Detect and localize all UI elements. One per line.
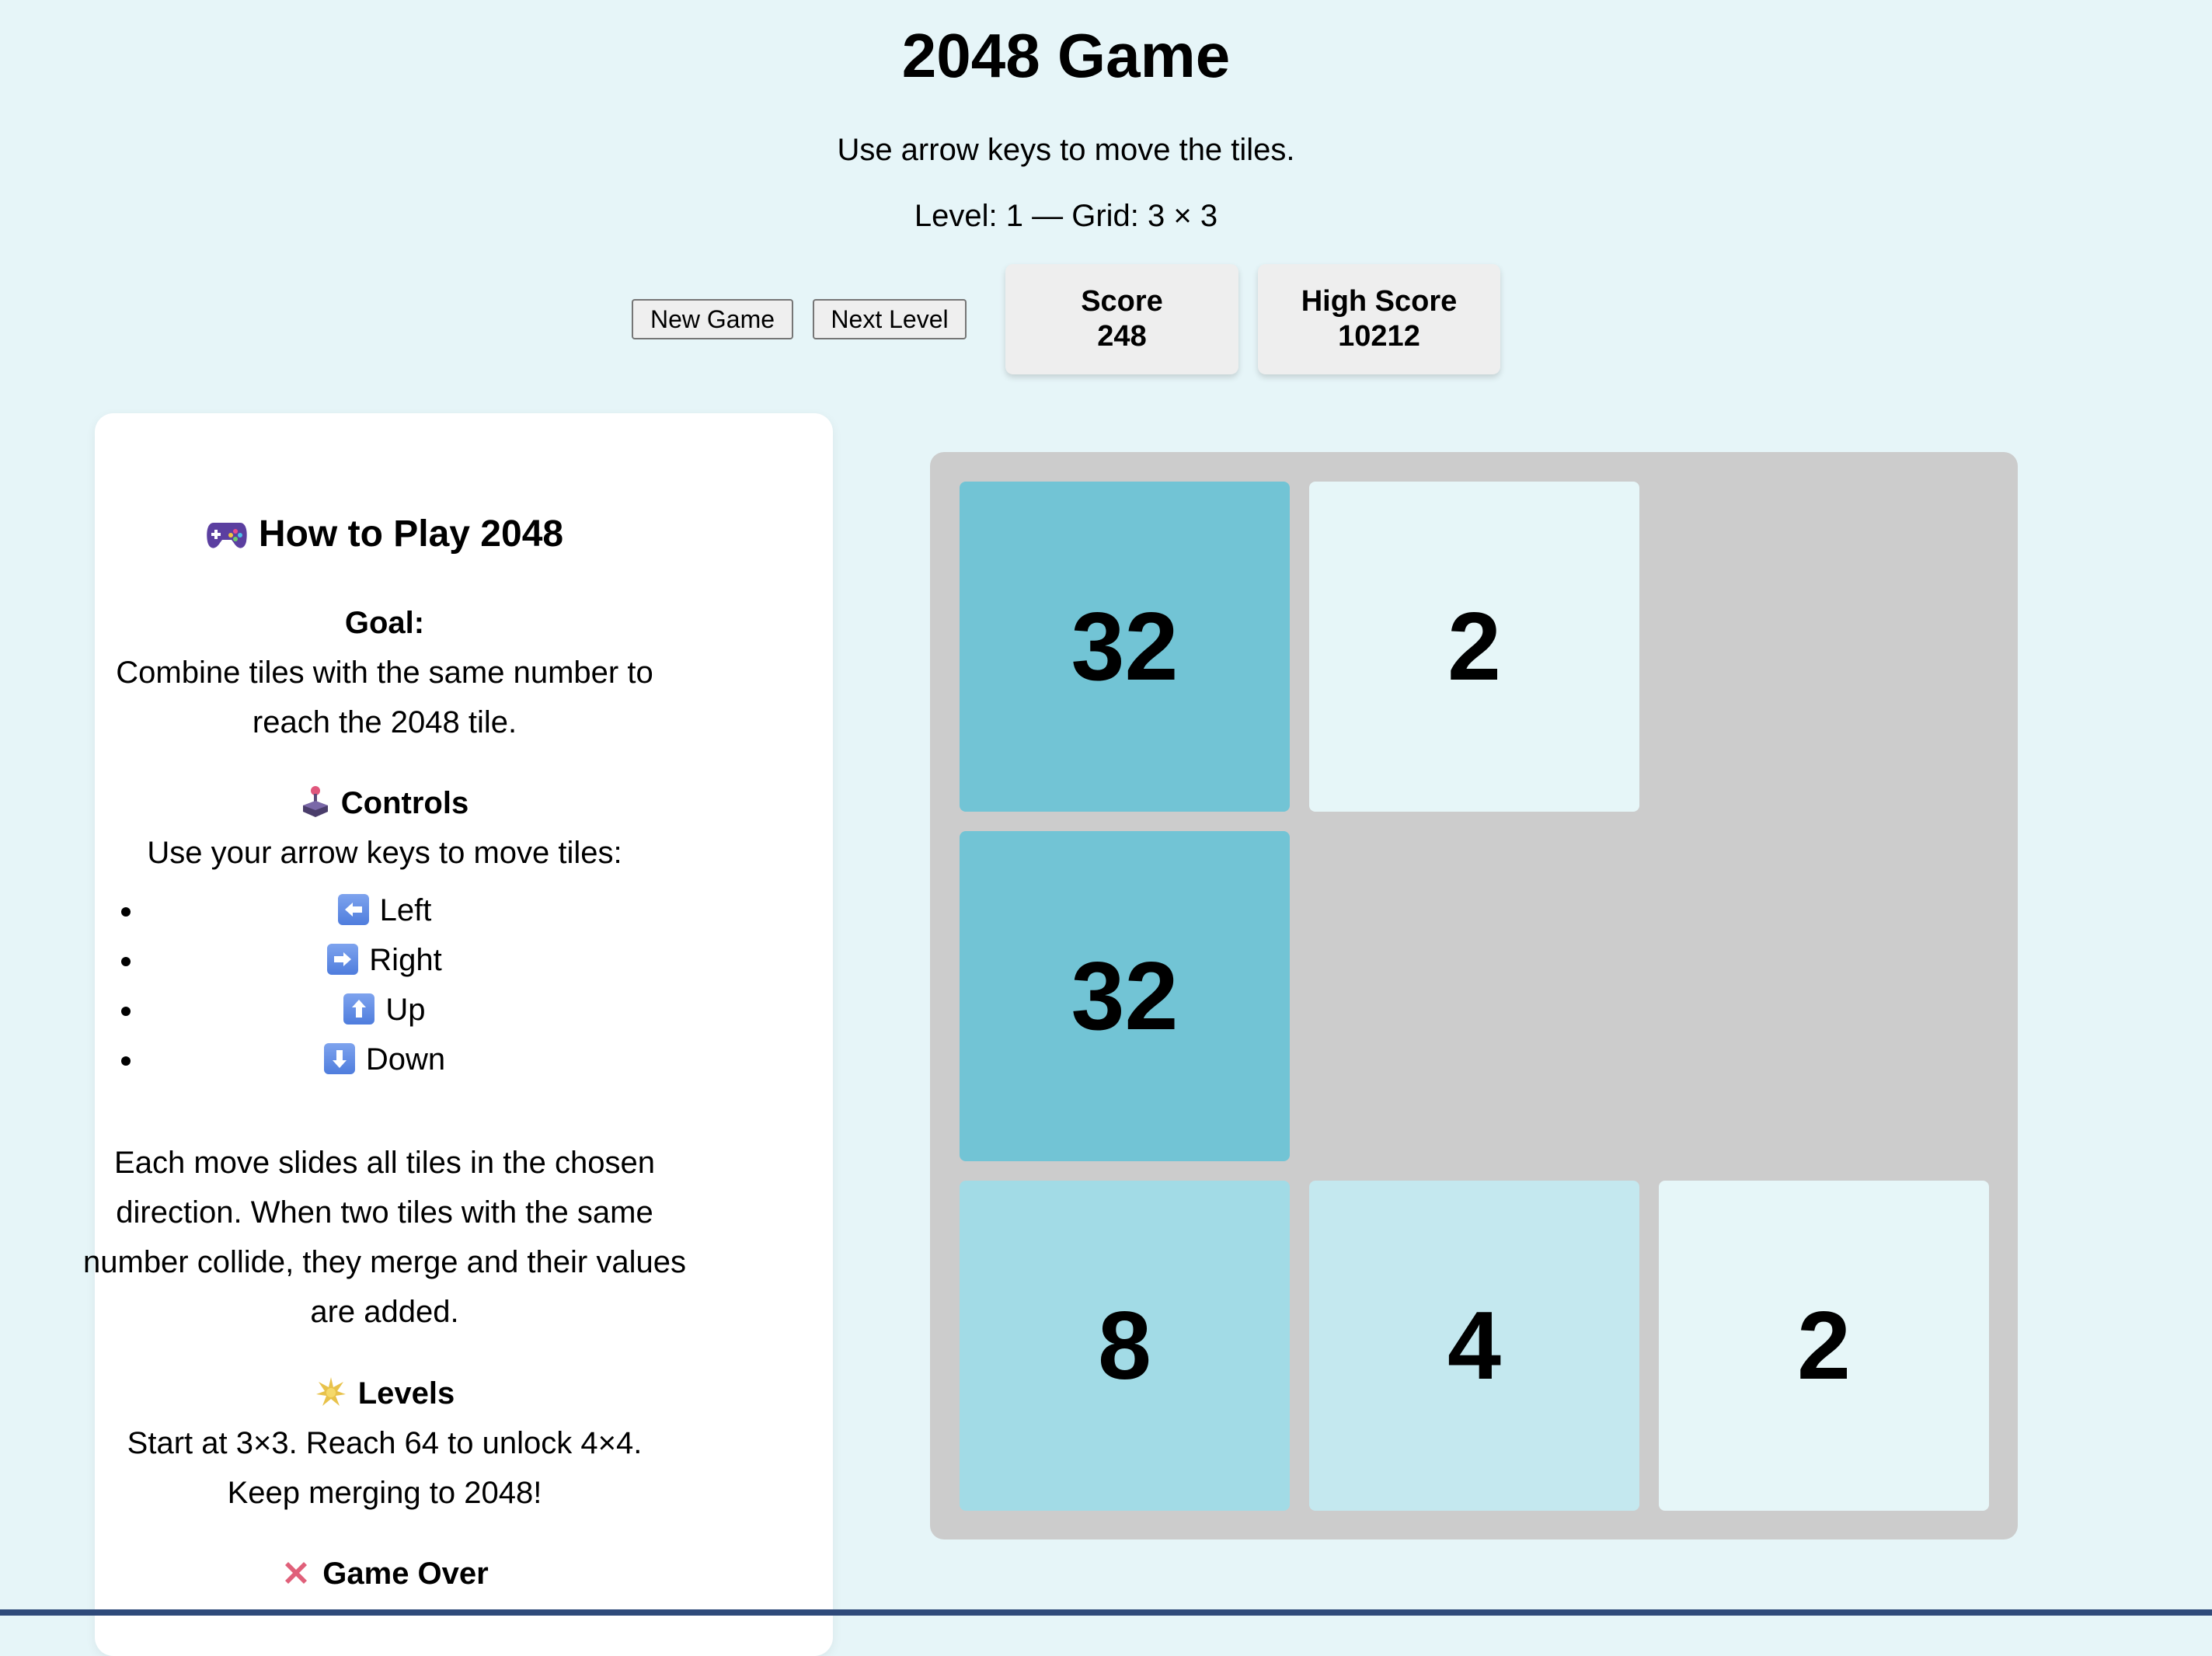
tile-2: 2 [1659,1181,1989,1511]
subtitle: Use arrow keys to move the tiles. [837,133,1295,167]
gameover-heading: Game Over [322,1557,489,1591]
tile-8: 8 [960,1181,1290,1511]
list-item: Left [54,885,715,935]
list-item: Down [54,1035,715,1084]
new-game-button[interactable]: New Game [632,299,793,339]
page-title: 2048 Game [901,21,1231,90]
move-text-line4: are added. [310,1295,459,1329]
controls-intro: Use your arrow keys to move tiles: [147,836,622,870]
levels-text-line1: Start at 3×3. Reach 64 to unlock 4×4. [127,1426,643,1460]
goal-heading: Goal: [344,606,425,640]
list-item: Right [54,935,715,985]
game-board: 32 2 32 8 4 2 [930,452,2018,1539]
instructions-title: How to Play 2048 [258,513,564,555]
instructions-title-row: How to Play 2048 [54,510,715,564]
move-text-line3: number collide, they merge and their val… [83,1245,686,1279]
move-text-line1: Each move slides all tiles in the chosen [114,1146,655,1180]
right-arrow-key-icon [327,944,359,975]
score-box: Score 248 [1005,264,1238,374]
left-arrow-key-icon [337,894,369,925]
goal-text-line2: reach the 2048 tile. [252,705,517,739]
sparkle-icon [315,1373,347,1423]
control-label: Up [385,993,426,1027]
tile-4: 4 [1309,1181,1639,1511]
levels-heading-row: Levels [54,1369,715,1423]
joystick-icon [301,783,330,833]
tile-32: 32 [960,831,1290,1161]
control-label: Left [379,893,432,927]
high-score-label: High Score [1301,285,1458,318]
gameover-heading-row: Game Over [54,1549,715,1603]
move-text-line2: direction. When two tiles with the same [116,1195,653,1230]
window-bottom-edge [0,1609,2212,1616]
goal-text-line1: Combine tiles with the same number to [116,656,653,690]
game-page: 2048 Game Use arrow keys to move the til… [0,0,2212,1656]
up-arrow-key-icon [343,993,375,1025]
score-label: Score [1081,285,1163,318]
controls-heading-row: Controls [54,778,715,833]
cross-mark-icon [280,1553,312,1603]
score-value: 248 [1097,320,1147,353]
bullet [121,907,131,917]
high-score-value: 10212 [1338,320,1420,353]
controls-heading: Controls [340,786,469,820]
levels-heading: Levels [357,1376,455,1411]
controls-list: Left Right Up Down [54,885,715,1084]
levels-text-line2: Keep merging to 2048! [227,1476,542,1510]
game-controller-icon [206,514,248,564]
tile-2: 2 [1309,482,1639,812]
tile-32: 32 [960,482,1290,812]
control-label: Right [369,943,442,977]
bullet [121,1056,131,1066]
bullet [121,957,131,966]
list-item: Up [54,985,715,1035]
control-label: Down [365,1042,446,1077]
bullet [121,1007,131,1016]
next-level-button[interactable]: Next Level [813,299,967,339]
down-arrow-key-icon [323,1043,355,1074]
level-info: Level: 1 — Grid: 3 × 3 [914,199,1218,233]
high-score-box: High Score 10212 [1258,264,1500,374]
